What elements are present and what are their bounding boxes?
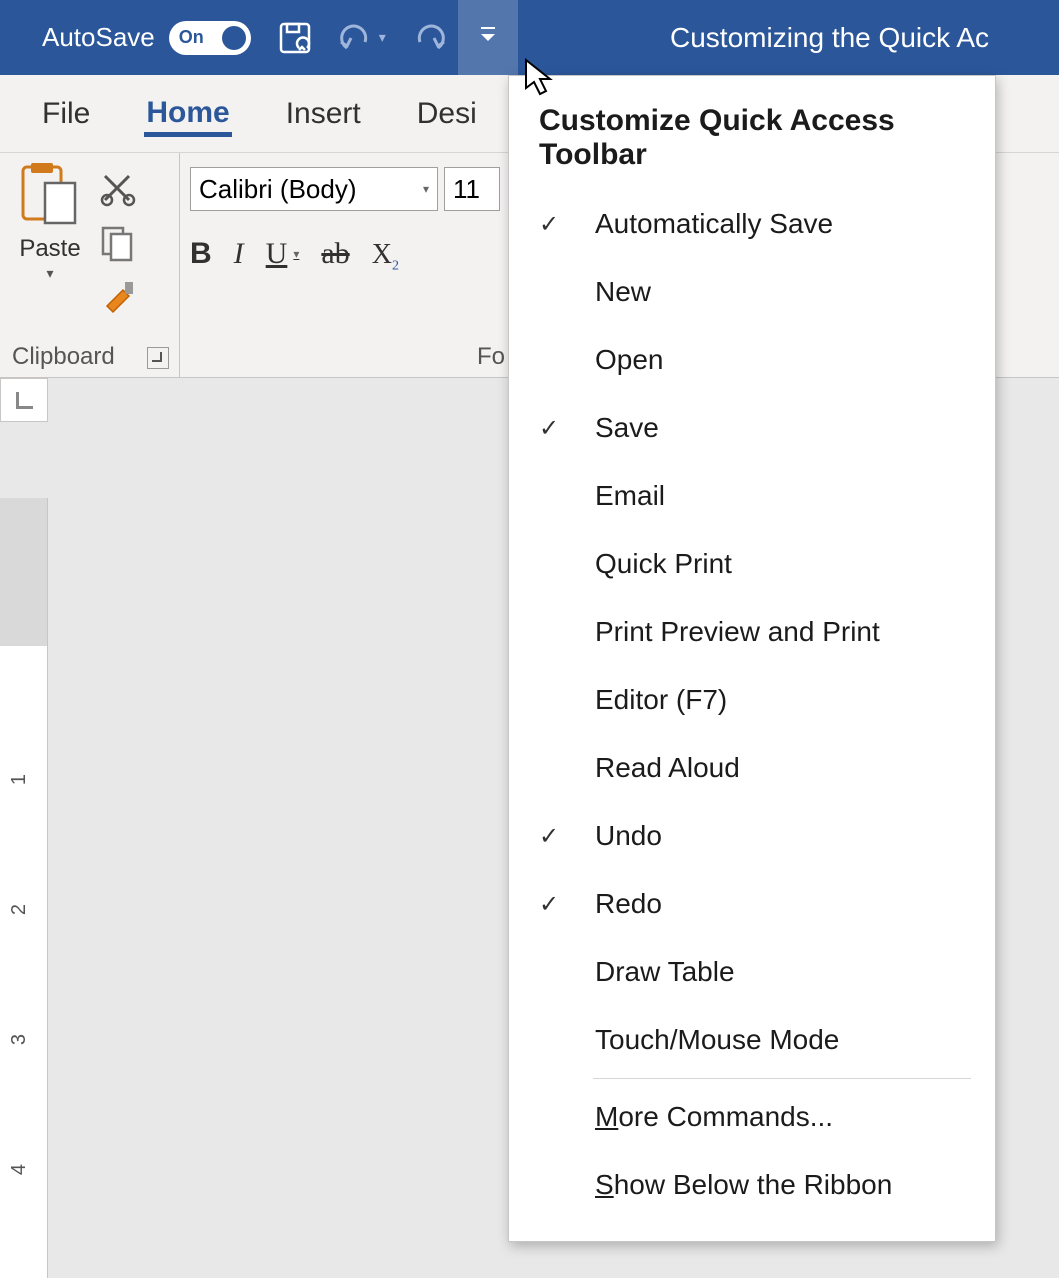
autosave-toggle[interactable]: On [169, 21, 251, 55]
check-icon: ✓ [539, 890, 595, 919]
undo-icon [337, 20, 373, 56]
menu-item-email[interactable]: Email [509, 462, 995, 530]
font-size-combo[interactable]: 11 [444, 167, 500, 211]
tab-file[interactable]: File [40, 91, 92, 137]
italic-button[interactable]: I [234, 237, 244, 271]
menu-item-save[interactable]: ✓ Save [509, 394, 995, 462]
clipboard-dialog-launcher[interactable] [147, 347, 169, 369]
underline-button[interactable]: U ▾ [266, 237, 300, 271]
menu-item-new[interactable]: New [509, 258, 995, 326]
menu-item-show-below-ribbon[interactable]: Show Below the Ribbon [509, 1151, 995, 1219]
ruler-mark: 3 [8, 1034, 31, 1045]
menu-item-editor[interactable]: Editor (F7) [509, 666, 995, 734]
scissors-icon [99, 170, 137, 208]
dropdown-title: Customize Quick Access Toolbar [509, 94, 995, 190]
redo-button[interactable] [410, 18, 450, 58]
check-icon: ✓ [539, 210, 595, 239]
menu-item-label: Touch/Mouse Mode [595, 1024, 839, 1056]
undo-split-button[interactable]: ▾ [335, 18, 390, 58]
menu-item-label: Automatically Save [595, 208, 833, 240]
tab-insert[interactable]: Insert [284, 91, 363, 137]
chevron-down-icon [481, 34, 495, 41]
ruler-mark: 1 [8, 774, 31, 785]
menu-item-label: Show Below the Ribbon [595, 1169, 892, 1201]
menu-item-label: Read Aloud [595, 752, 740, 784]
check-icon: ✓ [539, 414, 595, 443]
menu-item-label: Save [595, 412, 659, 444]
tab-home[interactable]: Home [144, 90, 231, 137]
clipboard-group-label: Clipboard [12, 343, 115, 371]
menu-item-draw-table[interactable]: Draw Table [509, 938, 995, 1006]
chevron-down-icon: ▾ [293, 247, 299, 262]
cut-button[interactable] [96, 167, 140, 211]
underline-label: U [266, 237, 288, 271]
font-group-label: Fo [477, 343, 505, 371]
menu-item-more-commands[interactable]: More Commands... [509, 1083, 995, 1151]
menu-item-open[interactable]: Open [509, 326, 995, 394]
font-group: Calibri (Body) ▾ 11 B I U ▾ ab X2 Fo [180, 153, 520, 377]
autosave-label: AutoSave [42, 22, 155, 53]
menu-item-quick-print[interactable]: Quick Print [509, 530, 995, 598]
chevron-down-icon: ▾ [423, 182, 429, 196]
ruler-mark: 2 [8, 904, 31, 915]
menu-item-touch-mouse[interactable]: Touch/Mouse Mode [509, 1006, 995, 1074]
subscript-2: 2 [392, 259, 399, 274]
menu-item-redo[interactable]: ✓ Redo [509, 870, 995, 938]
ruler-mark: 4 [8, 1164, 31, 1175]
paste-icon [17, 161, 83, 231]
toggle-knob-icon [222, 26, 246, 50]
bold-button[interactable]: B [190, 237, 212, 271]
undo-button[interactable] [335, 18, 375, 58]
menu-item-label: Undo [595, 820, 662, 852]
subscript-button[interactable]: X2 [372, 239, 399, 275]
redo-icon [412, 20, 448, 56]
menu-item-label: Print Preview and Print [595, 616, 880, 648]
subscript-x: X [372, 239, 392, 270]
menu-item-label: New [595, 276, 651, 308]
format-painter-button[interactable] [96, 275, 140, 319]
menu-item-label: Email [595, 480, 665, 512]
save-button[interactable] [275, 18, 315, 58]
paste-label: Paste [19, 235, 80, 263]
quick-access-toolbar: ▾ [275, 18, 450, 58]
menu-item-label: Editor (F7) [595, 684, 727, 716]
menu-item-label: Quick Print [595, 548, 732, 580]
customize-qat-menu: Customize Quick Access Toolbar ✓ Automat… [508, 75, 996, 1242]
menu-separator [593, 1078, 971, 1079]
paintbrush-icon [99, 278, 137, 316]
check-icon: ✓ [539, 822, 595, 851]
strikethrough-button[interactable]: ab [321, 237, 349, 271]
save-icon [277, 20, 313, 56]
paste-button[interactable]: Paste ▾ [10, 161, 90, 319]
menu-item-label: Open [595, 344, 664, 376]
menu-item-label: Draw Table [595, 956, 735, 988]
menu-item-undo[interactable]: ✓ Undo [509, 802, 995, 870]
menu-item-label: Redo [595, 888, 662, 920]
menu-item-auto-save[interactable]: ✓ Automatically Save [509, 190, 995, 258]
vertical-ruler[interactable]: 1 2 3 4 [0, 498, 48, 1278]
title-bar: AutoSave On ▾ Customizing the Quick Ac [0, 0, 1059, 75]
autosave-toggle-text: On [179, 27, 204, 48]
undo-dropdown-caret-icon[interactable]: ▾ [375, 29, 390, 46]
menu-item-read-aloud[interactable]: Read Aloud [509, 734, 995, 802]
font-name-value: Calibri (Body) [199, 174, 357, 205]
customize-qat-button[interactable] [458, 0, 518, 75]
menu-item-print-preview[interactable]: Print Preview and Print [509, 598, 995, 666]
paste-caret-icon: ▾ [46, 265, 53, 282]
ruler-corner[interactable] [0, 378, 48, 422]
document-title: Customizing the Quick Ac [670, 0, 989, 75]
menu-item-label: More Commands... [595, 1101, 833, 1133]
clipboard-group: Paste ▾ Clipboard [0, 153, 180, 377]
font-name-combo[interactable]: Calibri (Body) ▾ [190, 167, 438, 211]
autosave-group: AutoSave On [0, 21, 251, 55]
copy-icon [99, 224, 137, 262]
tab-design[interactable]: Desi [415, 91, 479, 137]
copy-button[interactable] [96, 221, 140, 265]
font-size-value: 11 [453, 174, 480, 205]
